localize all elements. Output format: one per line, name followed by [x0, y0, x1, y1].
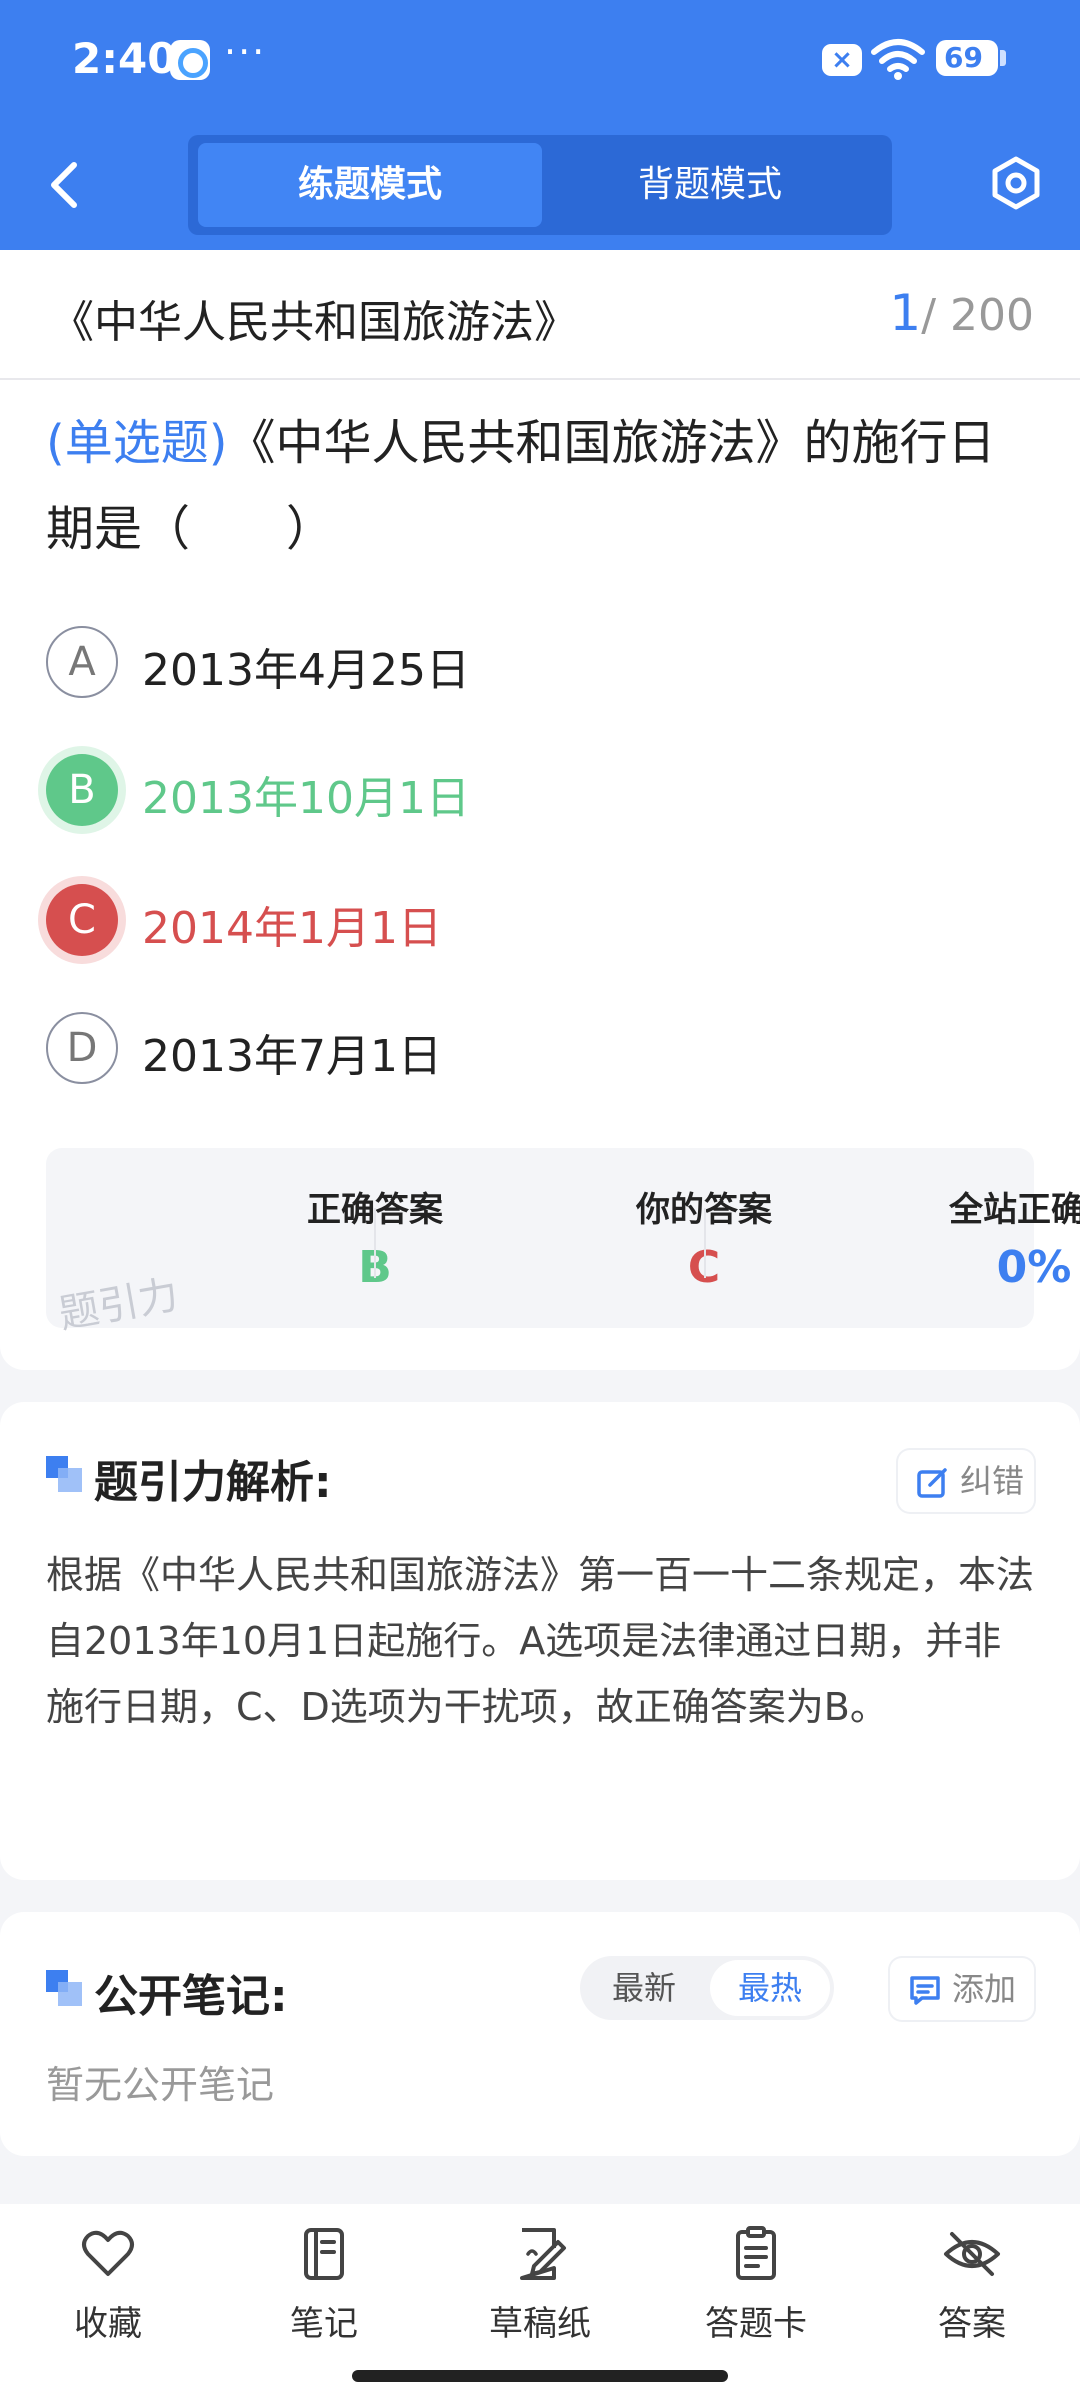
answer-card-label: 答题卡 — [705, 2304, 807, 2344]
more-notifications-icon: ··· — [224, 30, 267, 74]
option-letter: D — [46, 1012, 118, 1084]
option-a[interactable]: A 2013年4月25日 — [46, 622, 1036, 702]
add-note-button[interactable]: 添加 — [890, 1958, 1034, 2020]
report-error-label: 纠错 — [960, 1462, 1025, 1500]
accuracy-label: 全站正确率 — [949, 1190, 1080, 1230]
option-letter: A — [46, 626, 118, 698]
settings-icon[interactable] — [988, 155, 1044, 211]
current-question-number: 1 — [889, 284, 922, 342]
answer-card-button[interactable]: 答题卡 — [648, 2224, 864, 2364]
public-notes-card: 公开笔记: 最新 最热 添加 暂无公开笔记 — [0, 1912, 1080, 2156]
wifi-icon — [871, 39, 925, 80]
sim-disabled-icon: × — [822, 44, 862, 76]
option-b[interactable]: B 2013年10月1日 — [46, 750, 1036, 830]
draft-paper-button[interactable]: 草稿纸 — [432, 2224, 648, 2364]
question-type: (单选题) — [46, 415, 228, 471]
tab-memorize-mode[interactable]: 背题模式 — [538, 143, 882, 227]
total-questions: / 200 — [921, 290, 1034, 341]
app-notification-icon — [170, 40, 210, 80]
notes-title: 公开笔记: — [94, 1971, 288, 2022]
section-square-icon — [46, 1970, 82, 2006]
back-icon[interactable] — [40, 155, 90, 215]
mode-switch: 练题模式 背题模式 — [188, 135, 892, 235]
show-answer-label: 答案 — [938, 2304, 1006, 2344]
sort-latest[interactable]: 最新 — [584, 1960, 704, 2016]
favorite-button[interactable]: 收藏 — [0, 2224, 216, 2364]
notebook-icon — [304, 2228, 344, 2280]
analysis-card: 题引力解析: 纠错 根据《中华人民共和国旅游法》第一百一十二条规定，本法自201… — [0, 1402, 1080, 1880]
eye-off-icon — [944, 2232, 1000, 2276]
sort-hottest[interactable]: 最热 — [710, 1960, 830, 2016]
show-answer-button[interactable]: 答案 — [864, 2224, 1080, 2364]
question-text: (单选题)《中华人民共和国旅游法》的施行日期是（ ） — [46, 400, 1036, 572]
tab-practice-mode[interactable]: 练题模式 — [198, 143, 542, 227]
accuracy-column: 全站正确率 0% — [705, 1148, 1080, 1328]
battery-icon: 69 — [936, 40, 1006, 76]
chapter-title: 《中华人民共和国旅游法》 — [50, 297, 578, 348]
option-text: 2013年10月1日 — [142, 773, 470, 824]
comment-icon — [910, 1976, 940, 2005]
question-card: (单选题)《中华人民共和国旅游法》的施行日期是（ ） A 2013年4月25日 … — [0, 380, 1080, 1370]
analysis-text: 根据《中华人民共和国旅游法》第一百一十二条规定，本法自2013年10月1日起施行… — [46, 1553, 1035, 1729]
status-bar: 2:40 ··· × 69 — [0, 0, 1080, 118]
option-c[interactable]: C 2014年1月1日 — [46, 880, 1036, 960]
option-text: 2013年4月25日 — [142, 645, 470, 696]
option-d[interactable]: D 2013年7月1日 — [46, 1008, 1036, 1088]
question-progress: 1/ 200 — [889, 284, 1034, 342]
draft-paper-icon — [520, 2228, 566, 2280]
status-time: 2:40 — [72, 34, 177, 83]
option-letter: C — [46, 884, 118, 956]
draft-paper-label: 草稿纸 — [489, 2304, 591, 2344]
your-answer-column: 你的答案 C — [375, 1148, 772, 1328]
accuracy-value: 0% — [996, 1242, 1072, 1293]
favorite-label: 收藏 — [74, 2304, 142, 2344]
answer-card-icon — [736, 2226, 776, 2280]
heart-icon — [82, 2230, 134, 2276]
empty-notes-text: 暂无公开笔记 — [46, 2063, 275, 2107]
option-text: 2014年1月1日 — [142, 903, 442, 954]
option-letter: B — [46, 754, 118, 826]
home-indicator[interactable] — [352, 2370, 728, 2382]
report-error-button[interactable]: 纠错 — [898, 1450, 1034, 1512]
edit-icon — [917, 1468, 947, 1498]
notes-label: 笔记 — [290, 2304, 358, 2344]
notes-sort-switch: 最新 最热 — [580, 1956, 834, 2020]
add-note-label: 添加 — [952, 1970, 1017, 2008]
option-text: 2013年7月1日 — [142, 1031, 442, 1082]
section-square-icon — [46, 1456, 82, 1492]
analysis-title: 题引力解析: — [94, 1457, 332, 1508]
chapter-title-row: 《中华人民共和国旅游法》 1/ 200 — [0, 250, 1080, 380]
app-header: 2:40 ··· × 69 练题模式 背题模式 — [0, 0, 1080, 250]
answer-summary: 正确答案 B 你的答案 C 全站正确率 0% 题引力 — [46, 1148, 1080, 1338]
notes-button[interactable]: 笔记 — [216, 2224, 432, 2364]
